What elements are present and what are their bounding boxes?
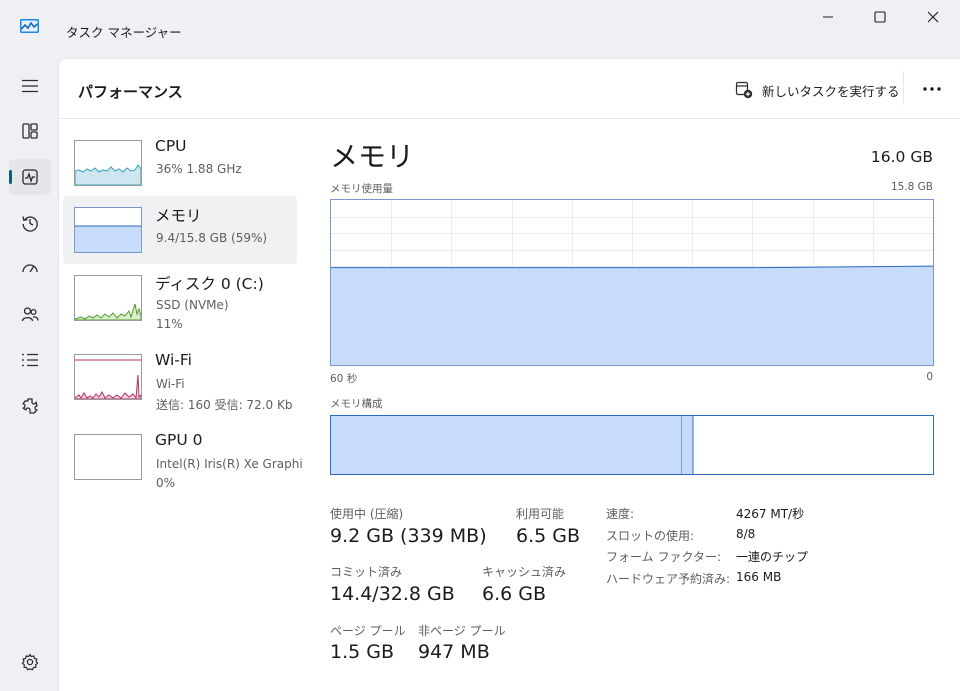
close-icon	[927, 11, 939, 23]
available-value: 6.5 GB	[516, 525, 581, 547]
maximize-icon	[874, 11, 886, 23]
resource-name: GPU 0	[155, 431, 203, 449]
resource-cpu[interactable]: CPU 36% 1.88 GHz	[63, 129, 297, 197]
non-paged-pool-value: 947 MB	[418, 641, 490, 663]
resource-detail: Wi-Fi	[156, 377, 185, 391]
memory-composition-chart	[331, 416, 694, 474]
cached-label: キャッシュ済み	[482, 565, 567, 579]
usage-graph-label: メモリ使用量	[330, 183, 393, 195]
composition-label: メモリ構成	[330, 398, 383, 410]
resource-name: Wi-Fi	[155, 351, 192, 369]
task-manager-app-icon	[20, 18, 39, 33]
in-use-label: 使用中 (圧縮)	[330, 507, 404, 521]
hamburger-menu-icon	[22, 79, 38, 93]
settings-icon	[21, 653, 39, 671]
memory-thumbnail-graph	[74, 207, 142, 253]
resource-name: ディスク 0 (C:)	[155, 275, 264, 293]
graph-axis-right: 0	[926, 371, 933, 383]
resource-name: メモリ	[155, 207, 202, 225]
form-factor-value: 一連のチップ	[736, 550, 809, 564]
processes-icon	[22, 123, 38, 139]
resource-detail: 9.4/15.8 GB (59%)	[156, 231, 268, 245]
speed-value: 4267 MT/秒	[736, 507, 805, 521]
memory-composition-bar	[330, 415, 934, 475]
resource-memory[interactable]: メモリ 9.4/15.8 GB (59%)	[63, 196, 297, 264]
minimize-button[interactable]	[805, 4, 851, 30]
gpu-thumbnail-graph	[74, 434, 142, 480]
paged-pool-label: ページ プール	[330, 624, 406, 638]
content-pane: パフォーマンス 新しいタスクを実行する CPU 36% 1.88 GHz メモリ…	[58, 58, 960, 691]
nav-processes[interactable]	[9, 113, 51, 149]
title-bar: タスク マネージャー	[0, 0, 960, 58]
slots-used-value: 8/8	[736, 527, 756, 541]
navigation-rail	[0, 58, 58, 691]
detail-title: メモリ	[330, 140, 415, 173]
run-new-task-label: 新しいタスクを実行する	[762, 83, 900, 99]
memory-total: 16.0 GB	[870, 148, 933, 166]
committed-label: コミット済み	[330, 565, 403, 579]
header-divider	[903, 71, 904, 105]
wifi-thumbnail-graph	[74, 354, 142, 400]
resource-detail: Intel(R) Iris(R) Xe Graphi	[156, 457, 303, 471]
more-options-button[interactable]	[912, 76, 952, 102]
paged-pool-value: 1.5 GB	[330, 641, 395, 663]
resource-detail: SSD (NVMe)	[156, 298, 229, 312]
composition-in-use	[331, 416, 682, 474]
nav-settings[interactable]	[9, 644, 51, 680]
form-factor-label: フォーム ファクター:	[606, 550, 722, 564]
page-title: パフォーマンス	[78, 83, 183, 101]
users-icon	[21, 307, 39, 322]
cached-value: 6.6 GB	[482, 583, 547, 605]
memory-usage-chart	[331, 200, 934, 365]
services-icon	[22, 398, 38, 414]
available-label: 利用可能	[516, 507, 565, 521]
startup-apps-icon	[22, 264, 38, 273]
composition-modified	[681, 416, 693, 474]
hardware-reserved-value: 166 MB	[736, 570, 782, 584]
nav-app-history[interactable]	[9, 205, 51, 241]
app-history-icon	[22, 216, 38, 232]
new-task-icon	[735, 81, 753, 99]
details-icon	[22, 353, 38, 367]
resource-detail: 送信: 160 受信: 72.0 Kb	[156, 398, 293, 412]
resource-detail: 11%	[156, 317, 183, 331]
active-indicator	[9, 170, 12, 184]
nav-details[interactable]	[9, 342, 51, 378]
in-use-value: 9.2 GB (339 MB)	[330, 525, 487, 547]
resource-detail: 36% 1.88 GHz	[156, 162, 242, 176]
close-button[interactable]	[910, 4, 956, 30]
speed-label: 速度:	[606, 507, 635, 521]
memory-usage-area	[331, 266, 933, 365]
more-options-icon	[923, 87, 941, 91]
run-new-task-button[interactable]: 新しいタスクを実行する	[735, 79, 900, 101]
hardware-reserved-label: ハードウェア予約済み:	[606, 572, 731, 586]
header-separator	[59, 118, 960, 119]
graph-axis-left: 60 秒	[330, 373, 358, 385]
maximize-button[interactable]	[857, 4, 903, 30]
nav-performance[interactable]	[9, 159, 51, 195]
nav-startup-apps[interactable]	[9, 251, 51, 287]
committed-value: 14.4/32.8 GB	[330, 583, 455, 605]
cpu-thumbnail-graph	[74, 140, 142, 186]
disk-thumbnail-graph	[74, 275, 142, 321]
window-title: タスク マネージャー	[66, 25, 182, 40]
resource-wifi[interactable]: Wi-Fi Wi-Fi 送信: 160 受信: 72.0 Kb	[63, 343, 297, 412]
nav-services[interactable]	[9, 388, 51, 424]
memory-usage-graph	[330, 199, 934, 366]
minimize-icon	[823, 16, 833, 18]
resource-detail: 0%	[156, 476, 176, 490]
usage-graph-max: 15.8 GB	[890, 181, 933, 193]
nav-menu-button[interactable]	[9, 68, 51, 104]
nav-users[interactable]	[9, 296, 51, 332]
non-paged-pool-label: 非ページ プール	[418, 624, 506, 638]
slots-used-label: スロットの使用:	[606, 529, 695, 543]
resource-gpu[interactable]: GPU 0 Intel(R) Iris(R) Xe Graphi 0%	[63, 423, 303, 491]
resource-name: CPU	[155, 137, 187, 155]
resource-disk[interactable]: ディスク 0 (C:) SSD (NVMe) 11%	[63, 264, 297, 332]
performance-icon	[22, 169, 38, 185]
